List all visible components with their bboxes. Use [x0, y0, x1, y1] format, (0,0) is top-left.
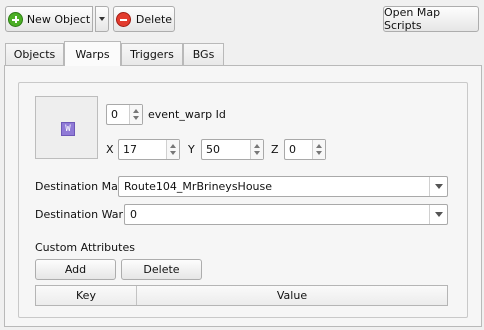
new-object-label: New Object — [26, 12, 91, 26]
warp-sprite-icon: W — [61, 122, 75, 136]
spin-arrows[interactable] — [129, 105, 142, 124]
delete-attribute-label: Delete — [143, 263, 180, 276]
z-spinbox[interactable]: 0 — [284, 139, 326, 160]
destination-warp-value: 0 — [130, 208, 137, 221]
y-value: 50 — [206, 143, 220, 156]
column-header-value[interactable]: Value — [137, 286, 447, 305]
column-header-label: Key — [76, 289, 96, 302]
column-header-label: Value — [276, 289, 308, 302]
tab-bgs[interactable]: BGs — [183, 43, 224, 65]
z-label: Z — [271, 143, 279, 156]
x-spinbox[interactable]: 17 — [118, 139, 180, 160]
spin-arrows[interactable] — [250, 140, 263, 159]
delete-event-label: Delete — [135, 12, 173, 26]
open-map-scripts-label: Open Map Scripts — [384, 6, 441, 32]
delete-attribute-button[interactable]: Delete — [121, 259, 202, 280]
destination-warp-label: Destination Warp — [35, 208, 131, 221]
plus-icon — [7, 11, 23, 27]
tab-label: Warps — [75, 47, 110, 61]
tab-objects[interactable]: Objects — [5, 43, 64, 65]
z-value: 0 — [289, 143, 296, 156]
spin-arrows[interactable] — [166, 140, 179, 159]
event-id-label: event_warp Id — [148, 108, 226, 121]
event-id-spinbox[interactable]: 0 — [106, 104, 143, 125]
destination-warp-combobox[interactable]: 0 — [124, 204, 448, 225]
x-value: 17 — [123, 143, 137, 156]
destination-map-label: Destination Map — [35, 180, 125, 193]
event-id-value: 0 — [111, 108, 118, 121]
tab-label: Triggers — [130, 48, 174, 61]
y-spinbox[interactable]: 50 — [201, 139, 264, 160]
tab-label: Objects — [13, 48, 56, 61]
destination-map-value: Route104_MrBrineysHouse — [124, 180, 273, 193]
delete-event-button[interactable]: Delete — [113, 6, 175, 32]
custom-attributes-title: Custom Attributes — [35, 241, 135, 254]
attributes-table-header: Key Value — [35, 285, 448, 306]
y-label: Y — [188, 143, 195, 156]
add-attribute-button[interactable]: Add — [35, 259, 116, 280]
chevron-down-icon[interactable] — [429, 177, 447, 196]
spin-arrows[interactable] — [312, 140, 325, 159]
add-attribute-label: Add — [64, 263, 87, 276]
chevron-down-icon — [99, 17, 105, 21]
tab-warps[interactable]: Warps — [64, 41, 121, 66]
column-header-key[interactable]: Key — [36, 286, 137, 305]
x-label: X — [106, 143, 114, 156]
new-object-button[interactable]: New Object — [5, 6, 93, 32]
tab-triggers[interactable]: Triggers — [121, 43, 183, 65]
tab-label: BGs — [192, 48, 215, 61]
new-object-dropdown-button[interactable] — [95, 6, 109, 32]
destination-map-combobox[interactable]: Route104_MrBrineysHouse — [118, 176, 448, 197]
minus-icon — [115, 11, 131, 27]
open-map-scripts-button[interactable]: Open Map Scripts — [383, 6, 479, 32]
chevron-down-icon[interactable] — [429, 205, 447, 224]
